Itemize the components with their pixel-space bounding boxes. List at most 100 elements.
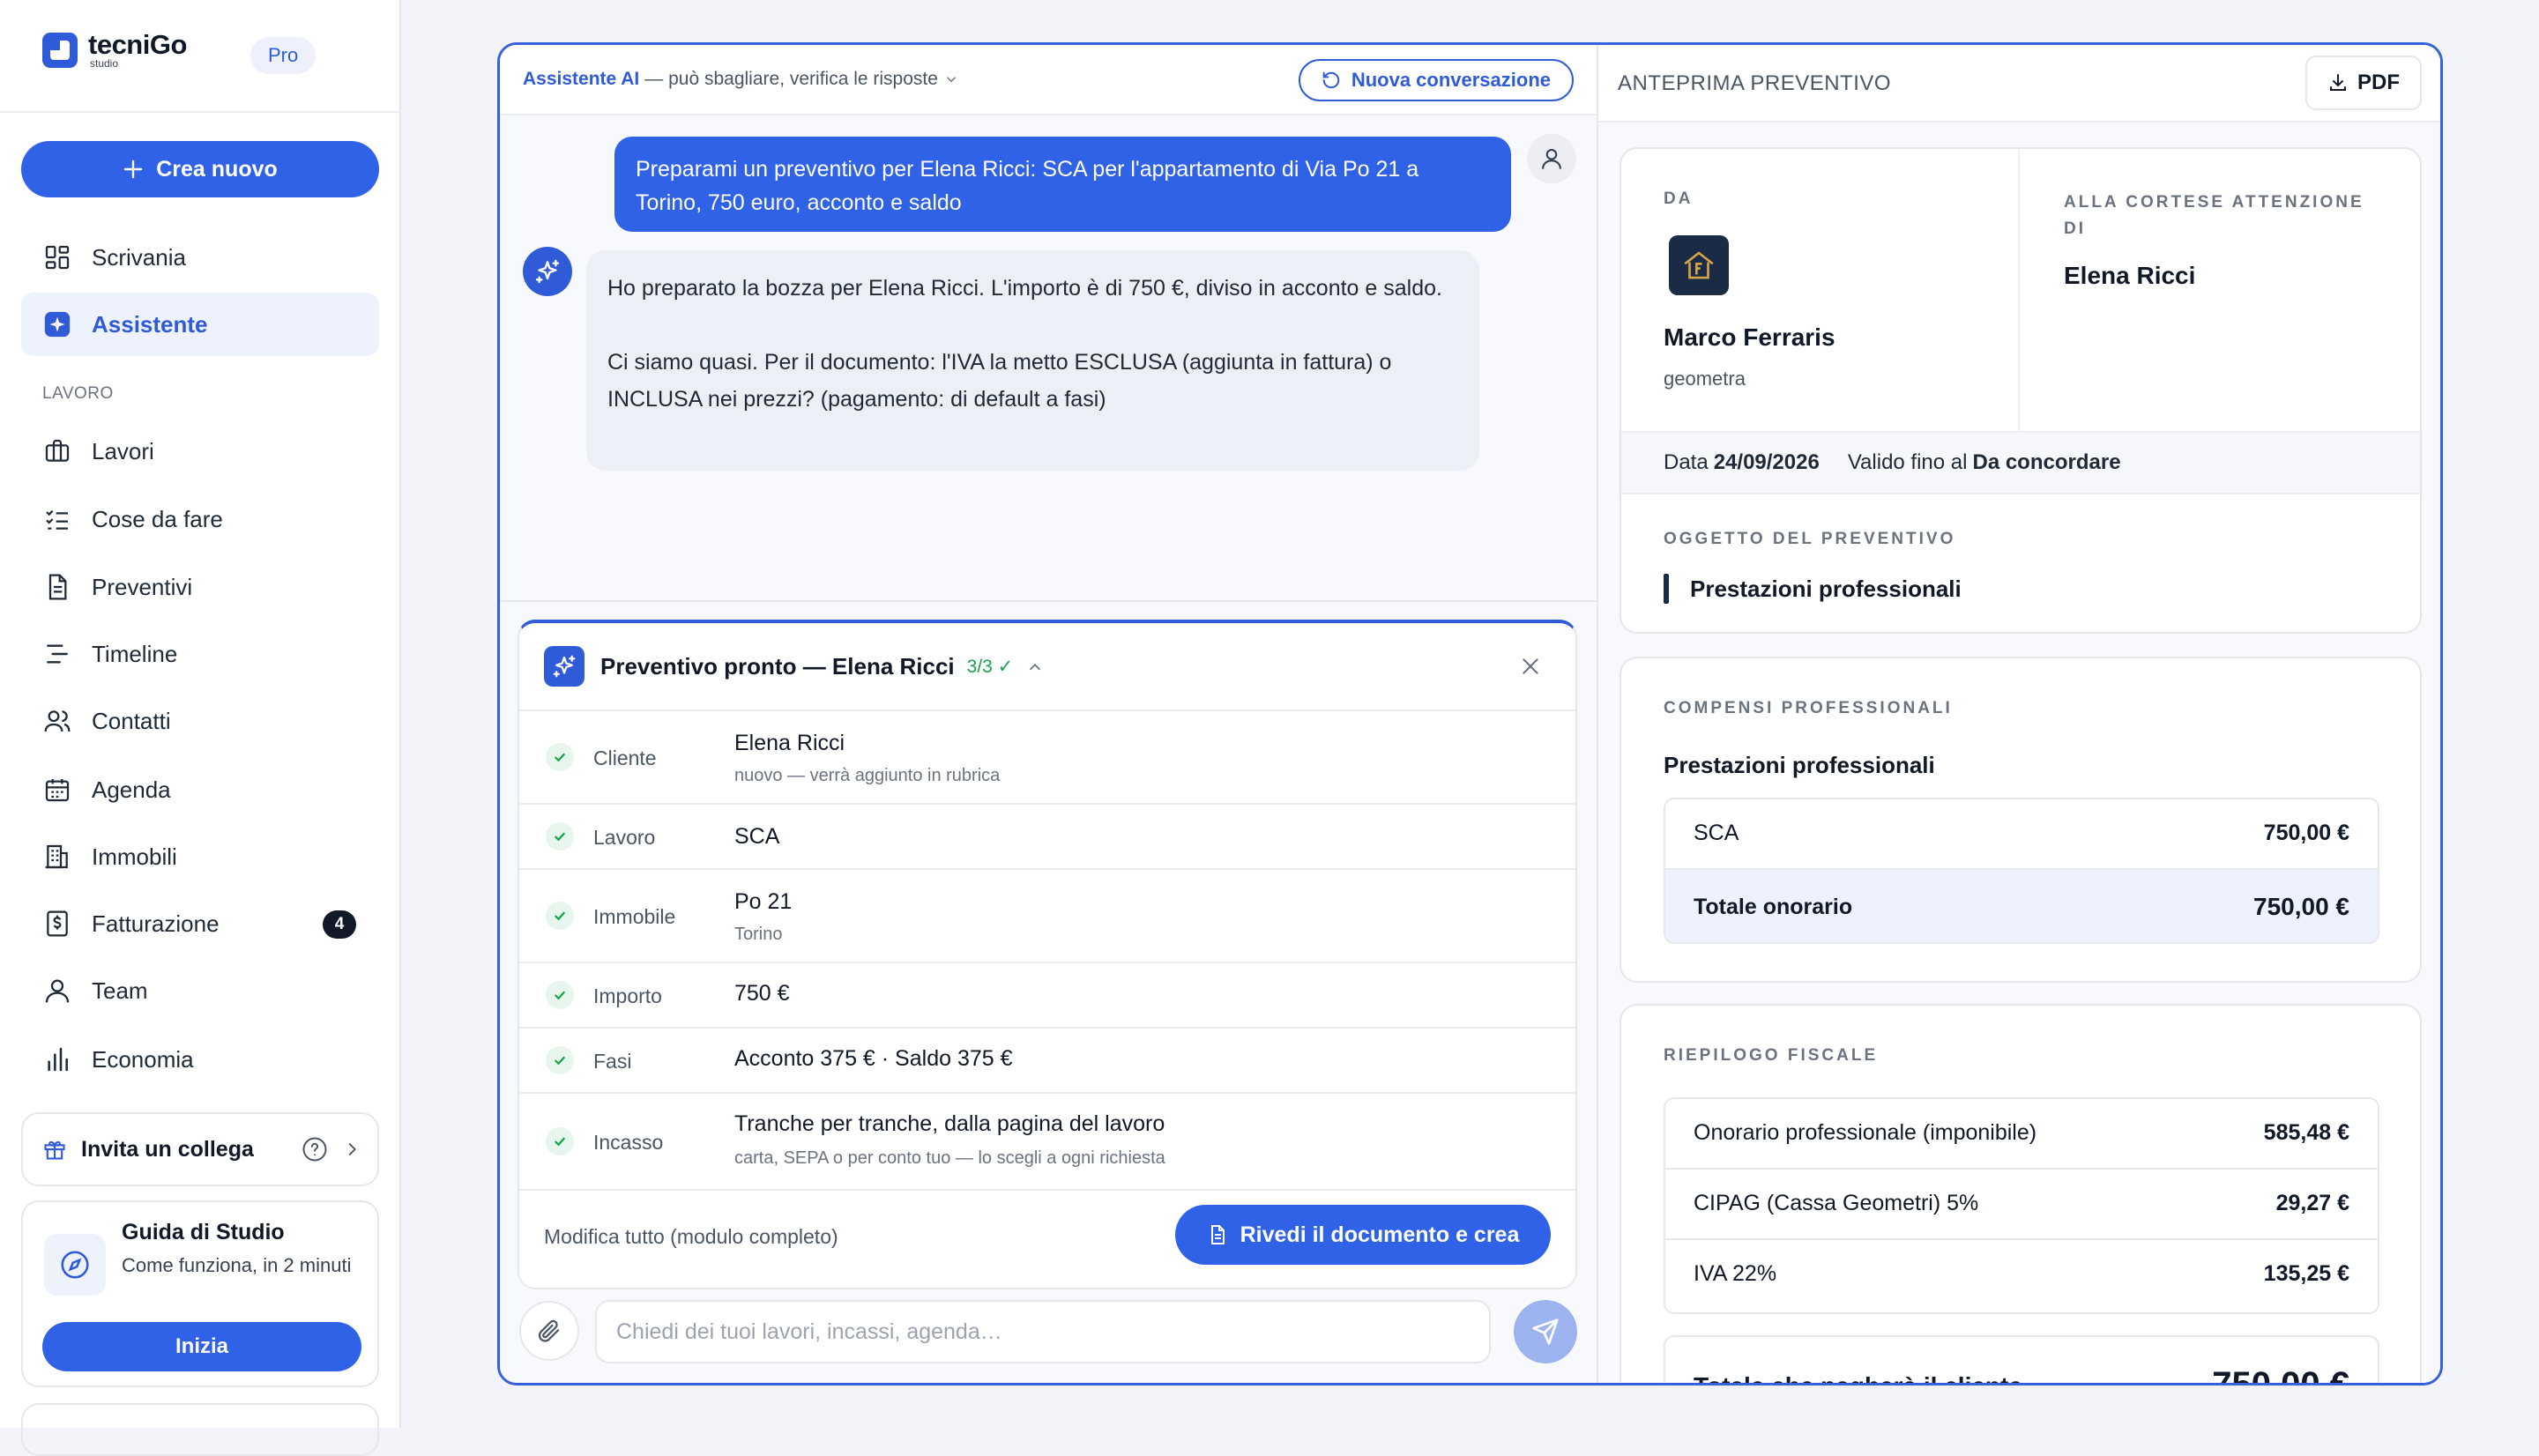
quote-field-row[interactable]: Cliente Elena Ricci nuovo — verrà aggiun… bbox=[519, 711, 1575, 805]
create-new-label: Crea nuovo bbox=[156, 156, 278, 182]
fees-caption: COMPENSI PROFESSIONALI bbox=[1664, 699, 1953, 717]
from-caption: DA bbox=[1664, 189, 1694, 208]
help-icon[interactable] bbox=[302, 1136, 328, 1163]
quote-field-label: Importo bbox=[593, 984, 662, 1007]
check-icon bbox=[546, 822, 574, 851]
bar-chart-icon bbox=[42, 1044, 72, 1074]
quote-field-label: Fasi bbox=[593, 1050, 632, 1073]
quote-field-value: Elena Ricci bbox=[734, 731, 845, 755]
checklist-icon bbox=[42, 504, 72, 534]
sidebar-item-preventivi[interactable]: Preventivi bbox=[21, 555, 379, 619]
sidebar-item-economia[interactable]: Economia bbox=[21, 1028, 379, 1091]
attach-button[interactable] bbox=[519, 1301, 579, 1361]
assistant-model-selector[interactable]: Assistente AI — può sbagliare, verifica … bbox=[523, 69, 959, 90]
document-icon bbox=[1210, 1225, 1225, 1244]
tax-row-value: 29,27 € bbox=[2275, 1191, 2349, 1215]
sidebar-item-cose-da-fare[interactable]: Cose da fare bbox=[21, 487, 379, 551]
fees-row: SCA 750,00 € bbox=[1665, 799, 2378, 870]
quote-field-value: 750 € bbox=[734, 981, 790, 1006]
timeline-icon bbox=[42, 639, 72, 669]
tax-row: Onorario professionale (imponibile) 585,… bbox=[1665, 1099, 2378, 1170]
check-icon bbox=[546, 902, 574, 930]
sidebar-item-label: Fatturazione bbox=[92, 910, 220, 937]
valid-until-value: Da concordare bbox=[1972, 450, 2121, 474]
tax-row-label: IVA 22% bbox=[1694, 1261, 1777, 1286]
create-new-button[interactable]: Crea nuovo bbox=[21, 141, 379, 197]
subject-text: Prestazioni professionali bbox=[1690, 576, 1962, 602]
plus-icon bbox=[124, 160, 143, 179]
guide-description: Come funziona, in 2 minuti bbox=[122, 1254, 352, 1276]
invite-colleague-button[interactable]: Invita un collega bbox=[21, 1112, 379, 1186]
download-pdf-button[interactable]: PDF bbox=[2305, 56, 2422, 110]
sparkle-icon bbox=[544, 646, 584, 687]
quote-field-label: Incasso bbox=[593, 1131, 664, 1154]
sidebar-item-scrivania[interactable]: Scrivania bbox=[21, 226, 379, 289]
quote-field-row[interactable]: Importo 750 € bbox=[519, 963, 1575, 1029]
quote-parties-card: DA Marco Ferraris geometra ALLA CORTESE … bbox=[1619, 147, 2422, 634]
sidebar-item-label: Timeline bbox=[92, 640, 178, 667]
send-button[interactable] bbox=[1514, 1300, 1577, 1363]
subject-accent-bar bbox=[1664, 574, 1669, 604]
guide-start-button[interactable]: Inizia bbox=[42, 1322, 361, 1371]
sidebar-item-immobili[interactable]: Immobili bbox=[21, 825, 379, 888]
tax-row: CIPAG (Cassa Geometri) 5% 29,27 € bbox=[1665, 1170, 2378, 1240]
quote-progress: 3/3 ✓ bbox=[966, 657, 1014, 677]
sidebar-item-label: Scrivania bbox=[92, 243, 186, 271]
card-divider bbox=[519, 1189, 1575, 1191]
building-icon bbox=[42, 842, 72, 872]
brand-logo[interactable]: tecniGo studio bbox=[42, 29, 187, 69]
quote-field-label: Lavoro bbox=[593, 826, 656, 849]
quote-field-hint: carta, SEPA o per conto tuo — lo scegli … bbox=[734, 1148, 1165, 1168]
brand-name: tecniGo bbox=[88, 29, 187, 60]
sidebar-item-team[interactable]: Team bbox=[21, 959, 379, 1022]
assistant-message-text: Ci siamo quasi. Per il documento: l'IVA … bbox=[607, 350, 1392, 412]
preview-title: ANTEPRIMA PREVENTIVO bbox=[1618, 71, 1892, 95]
valid-until-label: Valido fino al bbox=[1847, 450, 1968, 474]
check-icon bbox=[546, 1046, 574, 1074]
sidebar-item-agenda[interactable]: Agenda bbox=[21, 758, 379, 821]
check-icon bbox=[546, 981, 574, 1009]
quote-field-value: Tranche per tranche, dalla pagina del la… bbox=[734, 1111, 1165, 1136]
quote-summary-header[interactable]: Preventivo pronto — Elena Ricci 3/3 ✓ bbox=[519, 623, 1575, 711]
from-name: Marco Ferraris bbox=[1664, 323, 1835, 351]
fees-total-value: 750,00 € bbox=[2253, 893, 2349, 920]
quote-summary-title: Preventivo pronto — Elena Ricci bbox=[600, 653, 955, 680]
chevron-up-icon[interactable] bbox=[1025, 657, 1045, 677]
compass-icon bbox=[44, 1234, 106, 1296]
client-total-value: 750,00 € bbox=[2212, 1365, 2349, 1385]
sidebar-item-lavori[interactable]: Lavori bbox=[21, 420, 379, 483]
quote-field-row[interactable]: Fasi Acconto 375 € · Saldo 375 € bbox=[519, 1029, 1575, 1094]
briefcase-icon bbox=[42, 436, 72, 466]
brand-mark-icon bbox=[42, 33, 78, 68]
sparkle-icon bbox=[42, 309, 72, 339]
sidebar-item-label: Economia bbox=[92, 1045, 194, 1073]
new-conversation-button[interactable]: Nuova conversazione bbox=[1298, 59, 1574, 101]
close-icon[interactable] bbox=[1519, 655, 1542, 678]
quote-field-row[interactable]: Lavoro SCA bbox=[519, 805, 1575, 870]
nav-section-label: LAVORO bbox=[42, 384, 114, 403]
quote-field-row[interactable]: Incasso Tranche per tranche, dalla pagin… bbox=[519, 1094, 1575, 1189]
send-icon bbox=[1532, 1319, 1559, 1345]
tax-row-label: CIPAG (Cassa Geometri) 5% bbox=[1694, 1191, 1979, 1215]
tax-caption: RIEPILOGO FISCALE bbox=[1664, 1046, 1879, 1065]
quote-field-row[interactable]: Immobile Po 21 Torino bbox=[519, 870, 1575, 963]
invoice-count-badge: 4 bbox=[323, 910, 356, 939]
sidebar-item-timeline[interactable]: Timeline bbox=[21, 622, 379, 686]
edit-all-link[interactable]: Modifica tutto (modulo completo) bbox=[544, 1225, 838, 1249]
pdf-label: PDF bbox=[2357, 71, 2400, 94]
paperclip-icon bbox=[538, 1319, 560, 1342]
dashboard-icon bbox=[42, 242, 72, 272]
review-and-create-button[interactable]: Rivedi il documento e crea bbox=[1175, 1205, 1551, 1265]
assistant-avatar-icon bbox=[523, 247, 572, 296]
sidebar-item-contatti[interactable]: Contatti bbox=[21, 689, 379, 753]
invoice-icon bbox=[42, 909, 72, 939]
client-total-label: Totale che pagherà il cliente bbox=[1694, 1372, 2022, 1383]
sidebar-item-fatturazione[interactable]: Fatturazione 4 bbox=[21, 892, 379, 955]
parties-divider bbox=[2018, 149, 2020, 431]
chat-input[interactable] bbox=[595, 1300, 1491, 1363]
tax-table: Onorario professionale (imponibile) 585,… bbox=[1664, 1097, 2379, 1314]
team-icon bbox=[42, 976, 72, 1006]
sidebar-item-assistente[interactable]: Assistente bbox=[21, 293, 379, 356]
quote-field-hint: Torino bbox=[734, 925, 783, 944]
assistant-name: Assistente AI bbox=[523, 69, 640, 89]
